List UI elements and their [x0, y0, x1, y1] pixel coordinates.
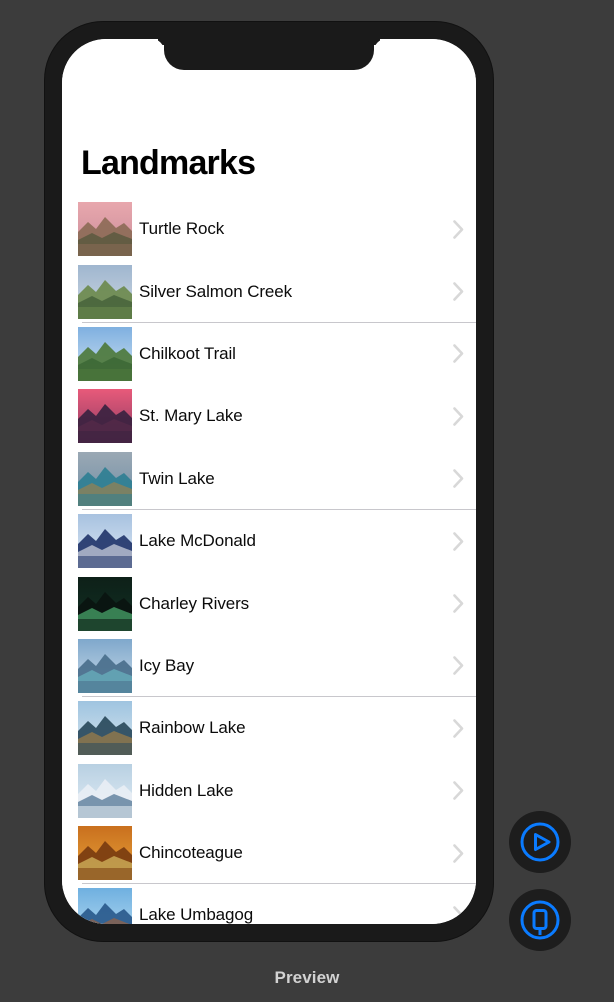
st-mary-lake-thumbnail [78, 389, 132, 444]
chevron-right-icon [453, 656, 464, 676]
charley-rivers-thumbnail [78, 576, 132, 631]
list-item[interactable]: Chincoteague [62, 822, 476, 885]
list-item[interactable]: Chilkoot Trail [62, 323, 476, 385]
list-item[interactable]: St. Mary Lake [62, 385, 476, 447]
lake-umbagog-thumbnail [78, 888, 132, 924]
chevron-right-icon [453, 594, 464, 613]
chevron-right-icon [453, 407, 464, 426]
chevron-right-icon [453, 344, 464, 364]
list-item[interactable]: Icy Bay [62, 635, 476, 698]
list-item-label: Chincoteague [139, 843, 243, 863]
list-item-label: Silver Salmon Creek [139, 281, 293, 301]
landmark-list[interactable]: Turtle Rock Silver Salmon Creek Chilkoot T… [62, 198, 476, 924]
device-circle-icon [519, 899, 561, 941]
icy-bay-thumbnail [78, 638, 132, 693]
landmarks-app: Landmarks Turtle Rock Silver Salmon Creek… [62, 39, 476, 924]
list-item-label: Hidden Lake [139, 780, 234, 800]
turtle-rock-thumbnail [78, 202, 132, 257]
list-item-label: Lake McDonald [139, 531, 256, 551]
rainbow-lake-thumbnail [78, 701, 132, 756]
list-item-label: Turtle Rock [139, 219, 225, 239]
chevron-right-icon [453, 719, 464, 738]
page-title: Landmarks [81, 144, 256, 182]
play-circle-icon [519, 821, 561, 863]
device-notch [164, 39, 374, 70]
chevron-right-icon [453, 219, 464, 239]
list-item[interactable]: Twin Lake [62, 448, 476, 510]
chevron-right-icon [453, 282, 464, 301]
list-item[interactable]: Lake Umbagog [62, 884, 476, 924]
hidden-lake-thumbnail [78, 763, 132, 818]
lake-mcdonald-thumbnail [78, 514, 132, 569]
chevron-right-icon [453, 469, 464, 489]
chevron-right-icon [453, 843, 464, 863]
list-item-label: Icy Bay [139, 655, 195, 675]
list-item[interactable]: Charley Rivers [62, 572, 476, 634]
list-item-label: St. Mary Lake [139, 406, 243, 426]
chevron-right-icon [453, 906, 464, 924]
device-screen: Landmarks Turtle Rock Silver Salmon Creek… [62, 39, 476, 924]
preview-canvas: Landmarks Turtle Rock Silver Salmon Creek… [0, 0, 614, 1002]
chevron-right-icon [453, 531, 464, 551]
list-item-label: Twin Lake [139, 468, 215, 488]
list-item[interactable]: Lake McDonald [62, 510, 476, 572]
device-frame: Landmarks Turtle Rock Silver Salmon Creek… [45, 22, 493, 941]
list-item[interactable]: Silver Salmon Creek [62, 260, 476, 323]
preview-label: Preview [274, 968, 340, 987]
device-settings-button[interactable] [509, 889, 571, 951]
list-item[interactable]: Turtle Rock [62, 198, 476, 260]
chilkoot-trail-thumbnail [78, 326, 132, 381]
list-item-label: Lake Umbagog [139, 905, 254, 924]
chincoteague-thumbnail [78, 826, 132, 881]
list-item-label: Charley Rivers [139, 593, 250, 613]
silver-salmon-creek-thumbnail [78, 264, 132, 319]
twin-lake-thumbnail [78, 451, 132, 506]
list-item-label: Chilkoot Trail [139, 343, 236, 363]
chevron-right-icon [453, 781, 464, 801]
list-item[interactable]: Hidden Lake [62, 760, 476, 822]
list-item-label: Rainbow Lake [139, 718, 246, 738]
list-item[interactable]: Rainbow Lake [62, 697, 476, 759]
play-button[interactable] [509, 811, 571, 873]
